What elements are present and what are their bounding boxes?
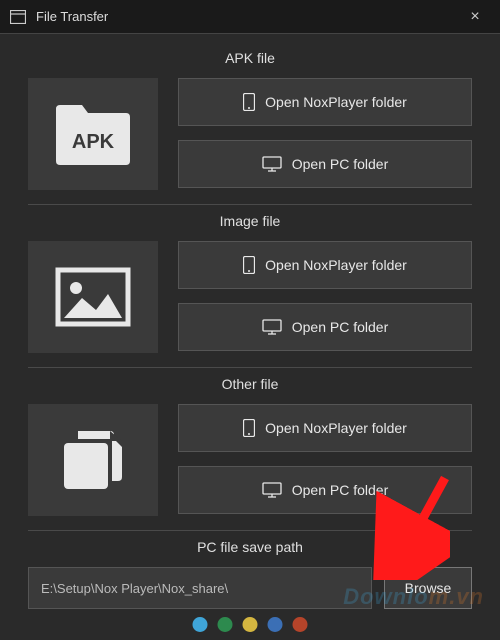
apk-open-pc-button[interactable]: Open PC folder: [178, 140, 472, 188]
watermark-dot: [193, 617, 208, 632]
apk-folder-icon: APK: [28, 78, 158, 190]
button-label: Open PC folder: [292, 156, 389, 172]
pc-icon: [262, 156, 282, 172]
phone-icon: [243, 256, 255, 274]
section-title-other: Other file: [28, 376, 472, 392]
pc-icon: [262, 319, 282, 335]
section-image: Image file Open NoxPlayer folder: [28, 213, 472, 368]
section-other: Other file Open NoxPlayer folder: [28, 376, 472, 531]
window-title: File Transfer: [36, 9, 460, 24]
section-title-apk: APK file: [28, 50, 472, 66]
apk-open-nox-button[interactable]: Open NoxPlayer folder: [178, 78, 472, 126]
save-path-label: PC file save path: [28, 539, 472, 555]
button-label: Open PC folder: [292, 482, 389, 498]
window-icon: [10, 10, 26, 24]
button-label: Browse: [405, 580, 452, 596]
watermark-dot: [268, 617, 283, 632]
divider: [28, 367, 472, 368]
title-bar: File Transfer ×: [0, 0, 500, 34]
section-save-path: PC file save path Browse: [28, 539, 472, 609]
section-apk: APK file APK Open NoxPlayer folder: [28, 50, 472, 205]
svg-text:APK: APK: [72, 131, 115, 153]
button-label: Open NoxPlayer folder: [265, 420, 407, 436]
other-open-pc-button[interactable]: Open PC folder: [178, 466, 472, 514]
watermark-dot: [293, 617, 308, 632]
other-open-nox-button[interactable]: Open NoxPlayer folder: [178, 404, 472, 452]
documents-icon: [28, 404, 158, 516]
divider: [28, 530, 472, 531]
section-title-image: Image file: [28, 213, 472, 229]
watermark-dot: [243, 617, 258, 632]
watermark-dot: [218, 617, 233, 632]
save-path-input[interactable]: [28, 567, 372, 609]
browse-button[interactable]: Browse: [384, 567, 472, 609]
phone-icon: [243, 93, 255, 111]
pc-icon: [262, 482, 282, 498]
button-label: Open NoxPlayer folder: [265, 94, 407, 110]
phone-icon: [243, 419, 255, 437]
divider: [28, 204, 472, 205]
image-open-nox-button[interactable]: Open NoxPlayer folder: [178, 241, 472, 289]
watermark-dots: [193, 617, 308, 632]
content-area: APK file APK Open NoxPlayer folder: [0, 34, 500, 609]
button-label: Open PC folder: [292, 319, 389, 335]
image-icon: [28, 241, 158, 353]
close-button[interactable]: ×: [460, 8, 490, 26]
button-label: Open NoxPlayer folder: [265, 257, 407, 273]
image-open-pc-button[interactable]: Open PC folder: [178, 303, 472, 351]
